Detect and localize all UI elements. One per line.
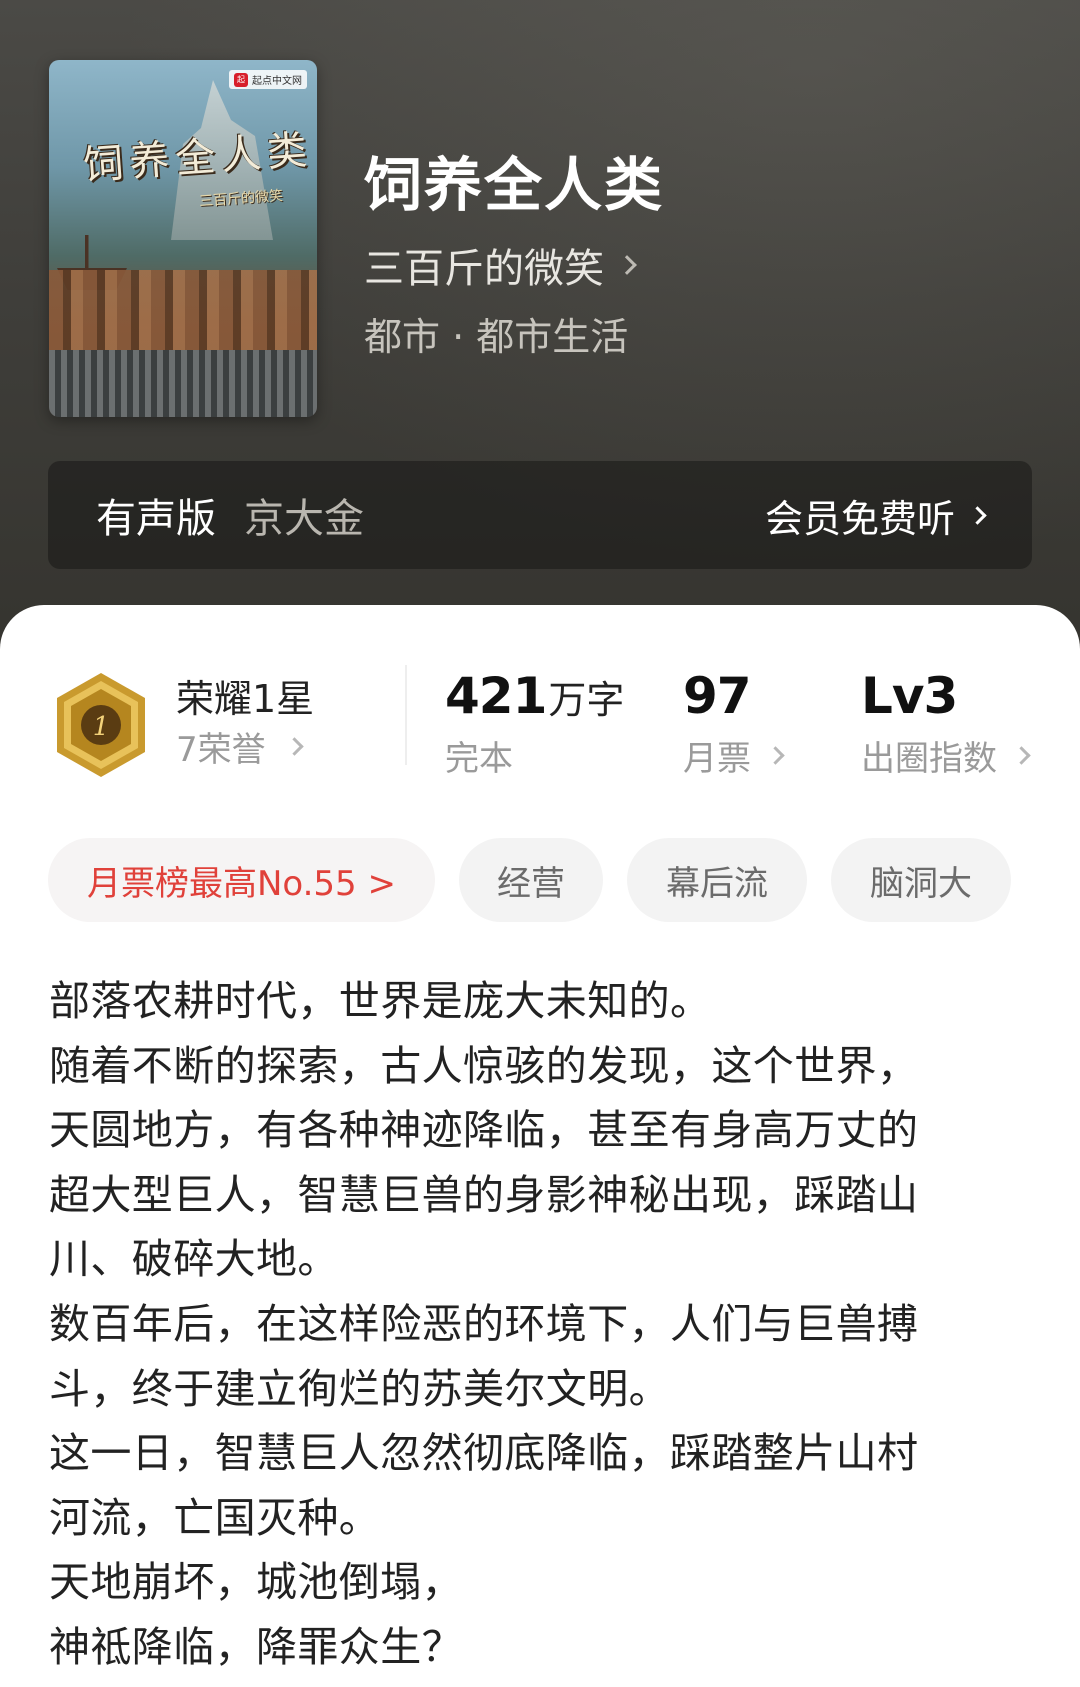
synopsis-line: 超大型巨人，智慧巨兽的身影神秘出现，踩踏山: [49, 1170, 919, 1219]
tag-chip[interactable]: 经营: [459, 838, 603, 922]
popularity-level-value: Lv3: [861, 667, 958, 725]
popularity-index-label: 出圈指数: [861, 739, 997, 779]
cover-wall-art: [49, 350, 317, 417]
tag-chip[interactable]: 脑洞大: [831, 838, 1011, 922]
honor-badge-number: 1: [93, 712, 110, 742]
stats-divider: [405, 665, 407, 765]
word-count-unit: 万字: [548, 678, 625, 722]
book-detail-page: 起 起点中文网 饲养全人类 三百斤的微笑 饲养全人类 三百斤的微笑 都市 · 都…: [0, 0, 1080, 1687]
rank-tag[interactable]: 月票榜最高No.55 >: [48, 838, 435, 922]
chevron-right-icon: [968, 505, 987, 525]
publisher-logo: 起 起点中文网: [229, 70, 307, 89]
cover-title-art: 饲养全人类: [81, 127, 315, 189]
tag-row: 月票榜最高No.55 > 经营 幕后流 脑洞大: [48, 838, 1011, 922]
cover-city-art: [49, 270, 317, 360]
completion-status: 完本: [445, 739, 513, 779]
chevron-right-icon: [617, 255, 637, 275]
synopsis-line: 神祗降临，降罪众生？: [49, 1622, 463, 1671]
monthly-votes-value: 97: [683, 667, 752, 725]
honor-title: 荣耀1星: [176, 677, 315, 721]
synopsis-line: 天圆地方，有各种神迹降临，甚至有身高万丈的: [49, 1106, 919, 1155]
honor-link[interactable]: 7荣誉: [176, 722, 304, 771]
synopsis-line: 斗，终于建立徇烂的苏美尔文明。: [49, 1364, 670, 1413]
author-link[interactable]: 三百斤的微笑: [364, 236, 637, 294]
book-title: 饲养全人类: [364, 151, 665, 219]
monthly-votes-label: 月票: [683, 739, 751, 779]
honor-points: 7荣誉: [176, 730, 266, 770]
word-count-stat: 421万字 完本: [445, 667, 624, 780]
synopsis-line: 随着不断的探索，古人惊骇的发现，这个世界，: [49, 1041, 919, 1090]
synopsis-line: 天地崩坏，城池倒塌，: [49, 1558, 463, 1607]
audiobook-narrator: 京大金: [244, 496, 364, 542]
synopsis-line: 河流，亡国灭种。: [49, 1493, 381, 1542]
popularity-index-stat[interactable]: Lv3 出圈指数: [861, 667, 1031, 780]
tag-chip[interactable]: 幕后流: [627, 838, 807, 922]
book-cover[interactable]: 起 起点中文网 饲养全人类 三百斤的微笑: [49, 60, 317, 417]
author-name: 三百斤的微笑: [364, 246, 604, 292]
publisher-logo-text: 起点中文网: [252, 76, 302, 87]
synopsis-line: 这一日，智慧巨人忽然彻底降临，踩踏整片山村: [49, 1429, 919, 1478]
book-genre: 都市 · 都市生活: [364, 315, 629, 359]
qidian-logo-icon: 起: [234, 72, 248, 87]
info-card: 1 荣耀1星 7荣誉 421万字 完本 97 月票 Lv3 出圈指数 月票榜最高…: [0, 605, 1080, 1687]
listen-free-button[interactable]: 会员免费听: [764, 488, 987, 543]
monthly-votes-stat[interactable]: 97 月票: [683, 667, 785, 780]
synopsis-line: 数百年后，在这样险恶的环境下，人们与巨兽搏: [49, 1299, 919, 1348]
word-count-value: 421: [445, 667, 547, 725]
synopsis-line: 部落农耕时代，世界是庞大未知的。: [49, 977, 712, 1025]
audiobook-bar[interactable]: 有声版 京大金 会员免费听: [48, 461, 1032, 569]
synopsis-line: 川、破碎大地。: [49, 1235, 339, 1284]
chevron-right-icon: [766, 746, 785, 765]
chevron-right-icon: [284, 737, 304, 756]
honor-badge-icon[interactable]: 1: [53, 671, 149, 779]
chevron-right-icon: [1012, 746, 1031, 765]
synopsis[interactable]: 部落农耕时代，世界是庞大未知的。 随着不断的探索，古人惊骇的发现，这个世界， 天…: [49, 969, 1009, 1680]
listen-free-label: 会员免费听: [764, 496, 955, 541]
audiobook-label: 有声版: [96, 496, 216, 542]
